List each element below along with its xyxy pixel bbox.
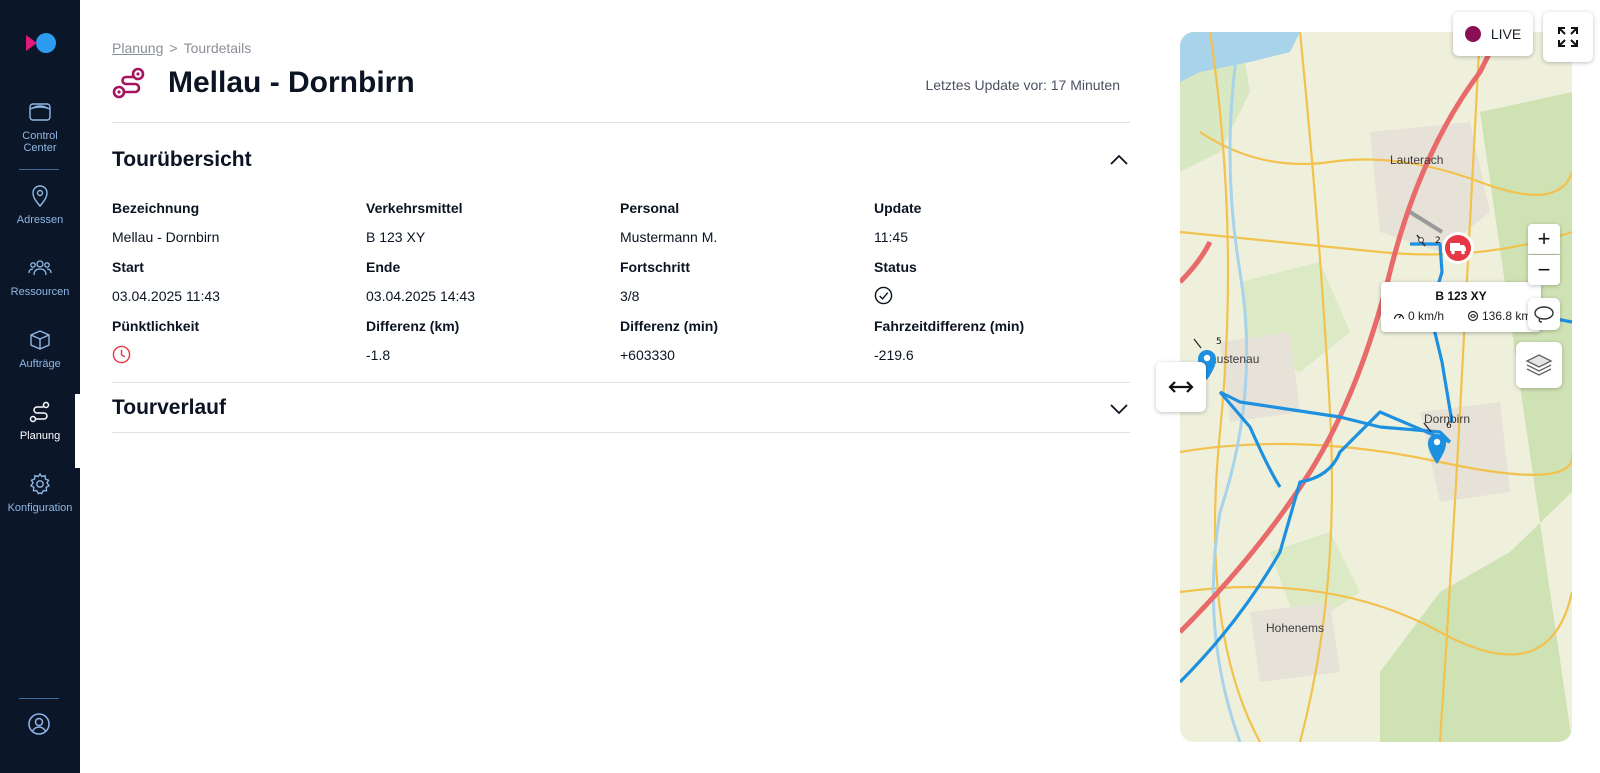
label-bezeichnung: Bezeichnung [112, 200, 200, 216]
lasso-icon [1534, 306, 1554, 323]
label-verkehrsmittel: Verkehrsmittel [366, 200, 463, 216]
horizontal-resize-icon [1168, 381, 1194, 393]
chevron-down-icon[interactable] [1108, 397, 1130, 419]
section-title-tourverlauf[interactable]: Tourverlauf [112, 396, 226, 420]
vehicle-distance-value: 136.8 km [1482, 309, 1532, 323]
sidebar-item-ressourcen[interactable]: Ressourcen [0, 256, 80, 320]
expand-icon [1558, 27, 1578, 47]
page-title: Mellau - Dornbirn [168, 66, 415, 99]
route-icon [112, 67, 145, 99]
label-fahrzeit-diff: Fahrzeitdifferenz (min) [874, 318, 1025, 334]
map-layers-button[interactable] [1516, 342, 1562, 388]
label-update: Update [874, 200, 922, 216]
value-update: 11:45 [874, 229, 908, 245]
value-diff-min: +603330 [620, 347, 675, 363]
value-bezeichnung: Mellau - Dornbirn [112, 229, 220, 245]
map-label-lauterach: Lauterach [1390, 153, 1444, 167]
sidebar-item-adressen[interactable]: Adressen [0, 184, 80, 248]
resize-panel-button[interactable] [1156, 362, 1206, 412]
nav-divider [19, 698, 59, 699]
layers-icon [1525, 354, 1553, 376]
live-label: LIVE [1490, 26, 1522, 42]
label-ende: Ende [366, 259, 401, 275]
location-pin-icon [32, 185, 48, 208]
stop-number: 5 [1216, 337, 1222, 347]
breadcrumb-separator: > [169, 40, 178, 56]
breadcrumb: Planung > Tourdetails [112, 40, 251, 56]
chevron-up-icon[interactable] [1108, 149, 1130, 171]
label-start: Start [112, 259, 144, 275]
gear-icon [29, 472, 51, 495]
value-verkehrsmittel: B 123 XY [366, 229, 426, 245]
stop-number: 6 [1446, 421, 1452, 431]
sidebar-item-label: Adressen [16, 214, 64, 226]
people-icon [28, 260, 52, 276]
value-fahrzeit-diff: -219.6 [874, 347, 914, 363]
value-fortschritt: 3/8 [620, 288, 640, 304]
label-diff-min: Differenz (min) [620, 318, 718, 334]
speedometer-icon [1393, 313, 1405, 320]
zoom-in-button[interactable]: + [1528, 224, 1560, 254]
fullscreen-button[interactable] [1543, 12, 1593, 62]
label-fortschritt: Fortschritt [620, 259, 690, 275]
map-label-hohenems: Hohenems [1266, 621, 1325, 635]
user-circle-icon[interactable] [27, 712, 51, 736]
sidebar-item-konfiguration[interactable]: Konfiguration [0, 472, 80, 536]
sidebar-item-label: Planung [19, 430, 61, 442]
value-personal: Mustermann M. [620, 229, 718, 245]
section-title-tour-overview[interactable]: Tourübersicht [112, 148, 252, 172]
status-check-icon [874, 286, 893, 305]
stop-marker-6[interactable]: 6 [1420, 416, 1454, 466]
lasso-select-button[interactable] [1528, 298, 1560, 330]
nav-divider [19, 169, 59, 170]
main-content: Planung > Tourdetails Mellau - Dornbirn Le… [112, 0, 1130, 773]
sidebar-item-label: Aufträge [19, 358, 61, 370]
sidebar-item-label: Ressourcen [10, 286, 70, 298]
vehicle-distance: 136.8 km [1467, 309, 1531, 323]
value-diff-km: -1.8 [366, 347, 391, 363]
live-toggle-button[interactable]: LIVE [1453, 12, 1533, 56]
label-diff-km: Differenz (km) [366, 318, 460, 334]
vehicle-name: B 123 XY [1435, 289, 1487, 303]
divider [112, 122, 1130, 123]
breadcrumb-link-planung[interactable]: Planung [112, 40, 163, 56]
vehicle-info-popup[interactable]: B 123 XY 0 km/h 136.8 km [1381, 282, 1541, 332]
sidebar-item-label: Control Center [22, 130, 58, 154]
divider [112, 432, 1130, 433]
package-icon [30, 330, 50, 350]
divider [112, 382, 1130, 383]
sidebar: Control Center Adressen Ressourcen Auftr… [0, 0, 80, 773]
app-logo[interactable] [24, 32, 58, 54]
odometer-icon [1467, 310, 1479, 322]
value-start: 03.04.2025 11:43 [112, 288, 220, 304]
map-view[interactable]: Lauterach Hohenems Dornbirn Lustenau 2 5… [1180, 32, 1572, 742]
stop-marker-2[interactable]: 2 [1412, 232, 1442, 260]
value-ende: 03.04.2025 14:43 [366, 288, 475, 304]
live-status-dot [1464, 26, 1481, 42]
truck-vehicle-icon[interactable] [1440, 230, 1476, 266]
label-puenktlichkeit: Pünktlichkeit [112, 318, 200, 334]
zoom-out-button[interactable]: − [1528, 255, 1560, 285]
breadcrumb-current: Tourdetails [183, 40, 252, 56]
vehicle-speed-value: 0 km/h [1408, 309, 1445, 323]
label-status: Status [874, 259, 917, 275]
control-center-icon [29, 103, 51, 121]
sidebar-item-planung[interactable]: Planung [0, 400, 80, 464]
last-update-text: Letztes Update vor: 17 Minuten [925, 77, 1120, 93]
label-personal: Personal [620, 200, 680, 216]
sidebar-item-auftraege[interactable]: Aufträge [0, 328, 80, 392]
map-canvas[interactable] [1180, 32, 1572, 742]
vehicle-speed: 0 km/h [1393, 309, 1444, 323]
sidebar-item-control-center[interactable]: Control Center [0, 100, 80, 164]
clock-late-icon [112, 345, 131, 364]
sidebar-item-label: Konfiguration [7, 502, 73, 514]
route-icon [29, 401, 50, 423]
